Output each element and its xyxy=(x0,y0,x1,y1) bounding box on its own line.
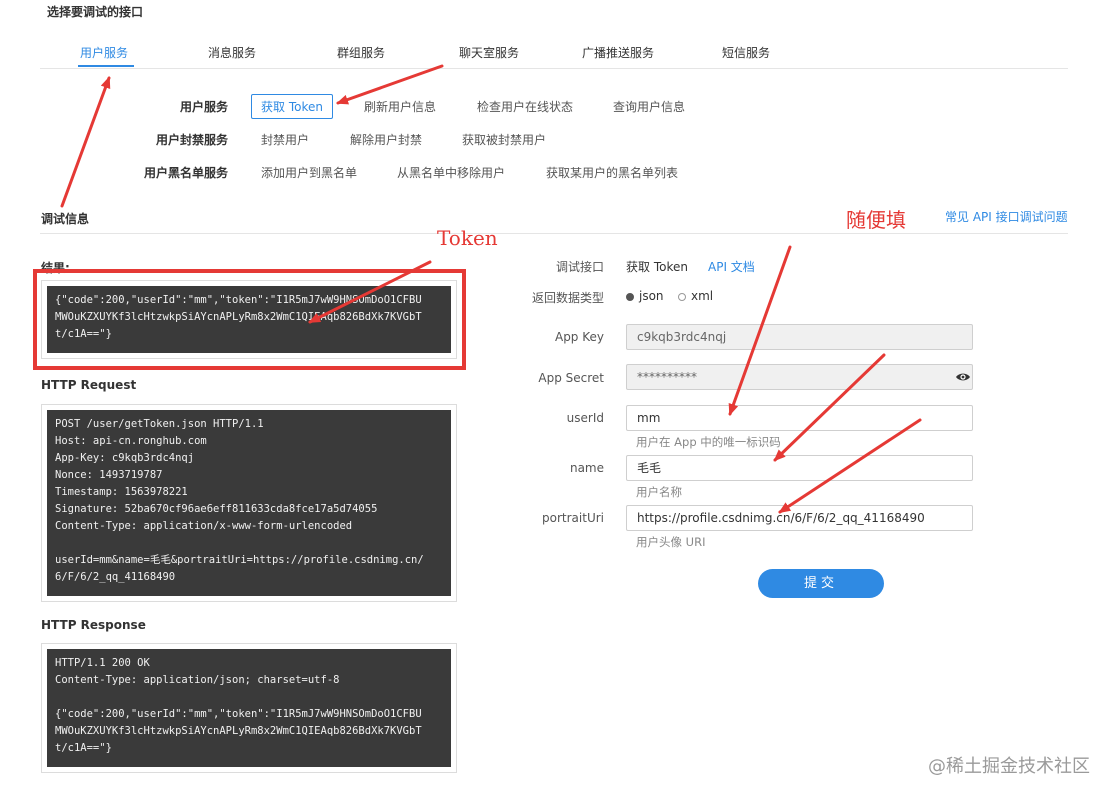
annotation-arrows xyxy=(60,64,922,514)
arrow-to-tab xyxy=(60,76,111,208)
arrow-to-name xyxy=(773,353,886,462)
watermark: @稀土掘金技术社区 xyxy=(928,756,1090,777)
arrow-to-result xyxy=(308,260,432,324)
arrow-to-get-token xyxy=(336,64,444,105)
arrow-to-userid xyxy=(728,245,792,416)
